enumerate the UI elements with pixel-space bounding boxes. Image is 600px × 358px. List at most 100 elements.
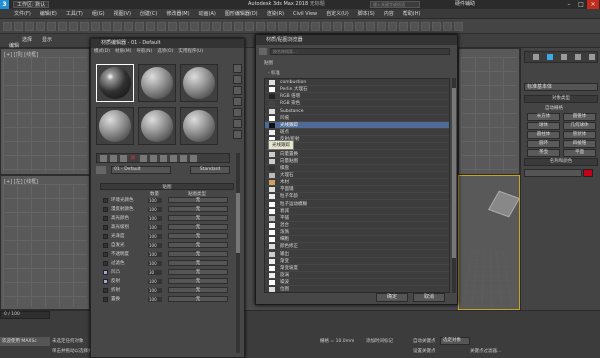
set-key-button[interactable]: 设置关键点 (413, 348, 436, 354)
map-list-item[interactable]: 泼溅 (265, 229, 449, 237)
map-list-item[interactable]: 输出 (265, 251, 449, 258)
menu-item[interactable]: 创建(C) (140, 10, 157, 17)
map-enable-checkbox[interactable] (103, 288, 108, 293)
toolbar-icon[interactable] (113, 22, 122, 31)
close-button[interactable]: ✕ (587, 0, 599, 9)
toolbar-icon[interactable] (344, 22, 353, 31)
map-enable-checkbox[interactable] (103, 207, 108, 212)
menu-item[interactable]: 图形编辑器(D) (225, 10, 258, 17)
viewport-front[interactable] (458, 48, 520, 175)
toolbar-icon[interactable] (443, 22, 452, 31)
selected-dropdown[interactable]: 选定对象 (440, 337, 470, 345)
primitive-button[interactable]: 圆柱体 (527, 131, 560, 139)
menu-item[interactable]: 视图(V) (114, 10, 131, 17)
toolbar-icon[interactable] (245, 22, 254, 31)
map-slot-button[interactable]: 无 (168, 206, 228, 212)
material-slot[interactable] (96, 64, 134, 102)
map-enable-checkbox[interactable] (103, 261, 108, 266)
search-input[interactable]: 键入关键字或短语 (370, 1, 420, 8)
material-slot[interactable] (138, 64, 176, 102)
map-list-item[interactable]: 大理石 (265, 172, 449, 179)
map-list-item[interactable]: 旋涡 (265, 272, 449, 280)
map-list-item[interactable]: 木材 (265, 179, 449, 187)
copy-material-icon[interactable] (140, 155, 147, 162)
workspace-selector[interactable]: 工作区: 默认 (13, 1, 50, 8)
toolbar-icon[interactable] (58, 22, 67, 31)
make-preview-icon[interactable] (233, 119, 242, 128)
primitive-button[interactable]: 长方体 (527, 113, 560, 121)
map-amount-input[interactable]: 100 (148, 243, 162, 248)
map-slot-button[interactable]: 无 (168, 242, 228, 248)
display-tab-icon[interactable] (589, 54, 595, 60)
map-list-item[interactable]: 颜色修正 (265, 243, 449, 251)
minimize-button[interactable]: – (563, 0, 575, 9)
toolbar-icon[interactable] (322, 22, 331, 31)
map-enable-checkbox[interactable] (103, 216, 108, 221)
toolbar-icon[interactable] (267, 22, 276, 31)
map-list-item[interactable]: 粒子运动模糊 (265, 201, 449, 208)
background-icon[interactable] (233, 86, 242, 95)
material-menu-item[interactable]: 模式(D) (94, 48, 110, 56)
toolbar-icon[interactable] (14, 22, 23, 31)
toolbar-icon[interactable] (311, 22, 320, 31)
viewport-label[interactable]: [+] [顶] [线框] (4, 51, 38, 58)
map-amount-input[interactable]: 100 (148, 207, 162, 212)
map-list-item[interactable]: Perlin 大理石 (265, 86, 449, 94)
browser-search-input[interactable]: 按名称搜索... (270, 48, 450, 55)
map-list-item[interactable]: 棋盘 (265, 165, 449, 172)
menu-item[interactable]: 脚本(S) (358, 10, 375, 17)
toolbar-icon[interactable] (300, 22, 309, 31)
create-tab-icon[interactable] (533, 54, 539, 60)
toolbar-icon[interactable] (278, 22, 287, 31)
toolbar-icon[interactable] (256, 22, 265, 31)
browser-title[interactable]: 材质/贴图浏览器 (256, 35, 457, 45)
material-menu-item[interactable]: 导航(N) (136, 48, 152, 56)
hierarchy-tab-icon[interactable] (561, 54, 567, 60)
toolbar-icon[interactable] (410, 22, 419, 31)
reset-map-icon[interactable]: ✕ (130, 154, 136, 162)
show-in-viewport-icon[interactable] (170, 155, 177, 162)
toolbar-icon[interactable] (421, 22, 430, 31)
toolbar-icon[interactable] (124, 22, 133, 31)
map-list-item[interactable]: combustion (265, 79, 449, 86)
material-name-input[interactable]: 01 - Default (111, 166, 171, 174)
toolbar-icon[interactable] (223, 22, 232, 31)
maps-rollout[interactable]: 贴图 (100, 183, 234, 190)
menu-item[interactable]: 修改器(M) (166, 10, 189, 17)
add-time-tag[interactable]: 添加时间标记 (366, 338, 393, 344)
toolbar-icon[interactable] (157, 22, 166, 31)
map-slot-button[interactable]: 无 (168, 278, 228, 284)
map-enable-checkbox[interactable] (103, 270, 108, 275)
assign-material-icon[interactable] (120, 155, 127, 162)
browser-scrollbar[interactable] (452, 78, 456, 293)
map-list-item[interactable]: 位图 (265, 286, 449, 292)
map-list-item[interactable]: RGB 倍增 (265, 93, 449, 101)
material-slot[interactable] (180, 64, 218, 102)
toolbar-icon[interactable] (388, 22, 397, 31)
material-editor-scrollbar[interactable] (236, 153, 240, 353)
material-menu-item[interactable]: 材质(M) (115, 48, 131, 56)
motion-tab-icon[interactable] (575, 54, 581, 60)
modify-tab-icon[interactable] (547, 54, 553, 60)
toolbar-icon[interactable] (179, 22, 188, 31)
browser-options-icon[interactable] (259, 48, 267, 55)
object-color-swatch[interactable] (583, 169, 593, 177)
toolbar-icon[interactable] (3, 22, 12, 31)
map-amount-input[interactable]: 100 (148, 216, 162, 221)
unique-icon[interactable] (150, 155, 157, 162)
toolbar-icon[interactable] (168, 22, 177, 31)
map-list-item[interactable]: 平面镜 (265, 186, 449, 194)
material-menu-item[interactable]: 选项(O) (157, 48, 173, 56)
get-material-icon[interactable] (100, 155, 107, 162)
map-enable-checkbox[interactable] (103, 279, 108, 284)
primitive-button[interactable]: 几何球体 (563, 122, 596, 130)
put-to-scene-icon[interactable] (110, 155, 117, 162)
pick-material-icon[interactable] (96, 166, 106, 174)
map-list-item[interactable]: 斑点 (265, 129, 449, 137)
menu-item[interactable]: 编辑(E) (40, 10, 57, 17)
menu-item[interactable]: 内容 (384, 10, 394, 17)
map-amount-input[interactable]: 100 (148, 279, 162, 284)
toolbar-icon[interactable] (454, 22, 463, 31)
maxscript-listener[interactable]: 欢迎使用 MAXSc (0, 337, 50, 346)
video-color-icon[interactable] (233, 108, 242, 117)
